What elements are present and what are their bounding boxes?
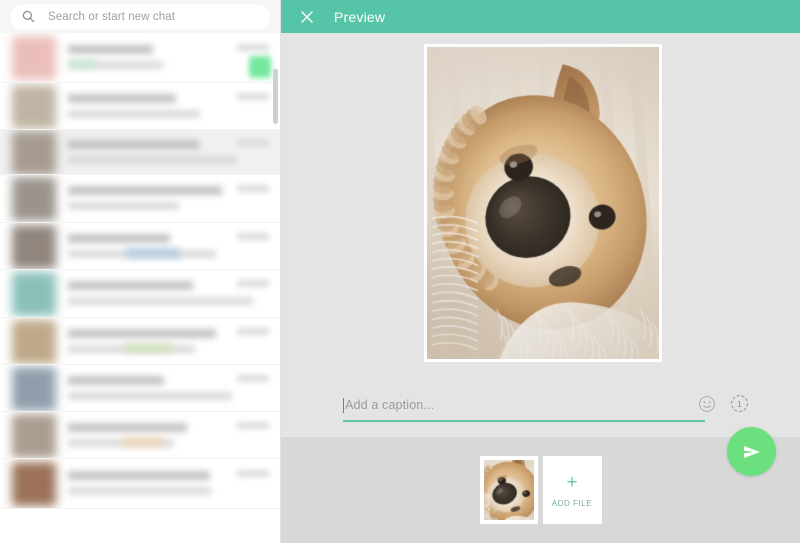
text-cursor — [343, 397, 344, 413]
plus-icon: + — [566, 471, 578, 493]
send-button[interactable] — [727, 427, 776, 476]
chat-name-redacted — [68, 45, 153, 54]
svg-text:1: 1 — [737, 399, 742, 409]
page-title: Preview — [334, 8, 386, 25]
avatar — [12, 462, 56, 506]
dog-photo-thumbnail[interactable] — [479, 456, 538, 524]
unread-badge — [249, 56, 271, 78]
chat-snippet-redacted — [68, 297, 253, 305]
dog-photo-image — [427, 47, 659, 359]
chat-sidebar: Search or start new chat — [0, 0, 281, 543]
avatar — [12, 177, 56, 221]
avatar — [12, 272, 56, 316]
chat-snippet-redacted — [68, 156, 237, 164]
chat-timestamp-redacted — [237, 375, 269, 382]
caption-input[interactable]: Add a caption... — [343, 391, 705, 419]
chat-name-redacted — [68, 329, 216, 338]
chat-name-redacted — [68, 471, 210, 480]
chat-timestamp-redacted — [237, 44, 269, 51]
chat-name-redacted — [68, 186, 222, 195]
chat-timestamp-redacted — [237, 233, 269, 240]
avatar — [12, 85, 56, 129]
preview-panel: Preview Add a caption... 1 + ADD FILE — [281, 0, 800, 543]
avatar — [12, 131, 56, 174]
caption-row: Add a caption... 1 — [343, 391, 749, 423]
chat-list-item[interactable] — [0, 223, 281, 270]
chat-list-item[interactable] — [0, 83, 281, 130]
search-bar: Search or start new chat — [0, 0, 281, 33]
caption-placeholder: Add a caption... — [345, 398, 435, 412]
image-preview-screen: Search or start new chat Preview Add a c… — [0, 0, 800, 543]
chat-timestamp-redacted — [237, 139, 269, 146]
close-icon[interactable] — [299, 9, 315, 25]
chat-name-redacted — [68, 234, 170, 243]
add-file-button[interactable]: + ADD FILE — [542, 456, 602, 524]
chat-name-redacted — [68, 140, 199, 149]
avatar — [12, 414, 56, 458]
attachment-bar: + ADD FILE — [281, 437, 800, 543]
chat-name-redacted — [68, 281, 193, 290]
chat-list[interactable] — [0, 33, 281, 543]
chat-timestamp-redacted — [237, 185, 269, 192]
sidebar-scrollbar[interactable] — [273, 33, 280, 543]
avatar — [12, 225, 56, 269]
chat-list-item[interactable] — [0, 412, 281, 459]
search-input[interactable]: Search or start new chat — [10, 3, 271, 30]
avatar — [12, 36, 56, 80]
view-once-icon[interactable]: 1 — [730, 394, 749, 413]
chat-accent-redacted — [122, 437, 164, 447]
chat-name-redacted — [68, 94, 176, 103]
add-file-label: ADD FILE — [551, 498, 593, 508]
preview-image — [424, 44, 662, 362]
chat-snippet-redacted — [68, 202, 179, 210]
thumbnail-image — [483, 460, 534, 520]
chat-list-item[interactable] — [0, 270, 281, 318]
attachment-strip: + ADD FILE — [281, 437, 800, 543]
sidebar-scrollbar-thumb[interactable] — [273, 69, 278, 124]
chat-snippet-redacted — [68, 487, 211, 495]
preview-header: Preview — [281, 0, 800, 33]
chat-snippet-redacted — [68, 110, 200, 118]
chat-list-item[interactable] — [0, 130, 281, 175]
chat-name-redacted — [68, 423, 187, 432]
chat-list-item[interactable] — [0, 365, 281, 412]
chat-list-item[interactable] — [0, 175, 281, 223]
chat-timestamp-redacted — [237, 328, 269, 335]
chat-accent-redacted — [126, 248, 180, 258]
avatar — [12, 320, 56, 364]
chat-list-item[interactable] — [0, 459, 281, 509]
avatar — [12, 367, 56, 411]
chat-list-item[interactable] — [0, 318, 281, 365]
chat-accent-redacted — [70, 59, 96, 69]
chat-name-redacted — [68, 376, 164, 385]
chat-snippet-redacted — [68, 392, 232, 400]
search-input-placeholder: Search or start new chat — [48, 10, 176, 23]
chat-accent-redacted — [124, 343, 172, 353]
search-icon — [22, 10, 35, 23]
chat-timestamp-redacted — [237, 93, 269, 100]
chat-list-item[interactable] — [0, 33, 281, 83]
chat-timestamp-redacted — [237, 422, 269, 429]
emoji-icon[interactable] — [698, 395, 716, 413]
send-icon — [743, 445, 760, 458]
caption-underline — [343, 420, 705, 422]
preview-body: Add a caption... 1 — [281, 33, 800, 437]
chat-timestamp-redacted — [237, 280, 269, 287]
chat-timestamp-redacted — [237, 470, 269, 477]
